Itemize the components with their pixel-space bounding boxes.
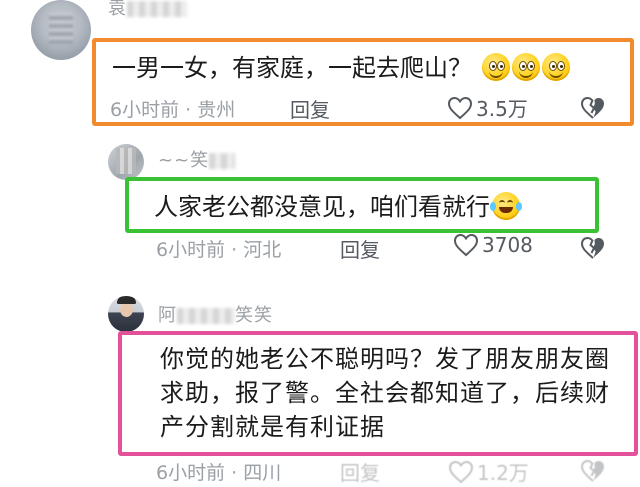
- username-blur: [177, 308, 235, 324]
- grin-emoji-icon: [481, 53, 510, 81]
- reply-button[interactable]: 回复: [340, 457, 380, 486]
- comment-text-content: 一男一女，有家庭，一起去爬山？: [112, 54, 472, 82]
- comment-location: 贵州: [197, 99, 236, 121]
- username-text: ~~笑: [158, 150, 210, 171]
- meta-separator: ·: [185, 99, 192, 121]
- comment-text-content: 人家老公都没意见，咱们看就行: [154, 193, 490, 221]
- comment-text[interactable]: 一男一女，有家庭，一起去爬山？: [112, 48, 570, 83]
- broken-heart-icon[interactable]: [580, 459, 606, 483]
- heart-outline-icon: [448, 460, 474, 483]
- username-suffix: 笑笑: [235, 305, 273, 326]
- reply-button[interactable]: 回复: [290, 94, 330, 123]
- comment-time: 6小时前: [110, 99, 180, 121]
- like-button[interactable]: 3708: [453, 233, 533, 257]
- avatar[interactable]: [31, 0, 91, 60]
- meta-separator: ·: [231, 462, 238, 484]
- like-count: 1.2万: [477, 461, 529, 485]
- grin-emoji-icon: [541, 53, 570, 81]
- comment-meta: 6小时前 · 贵州: [110, 95, 235, 122]
- username-blur: [209, 153, 236, 169]
- comment-meta: 6小时前 · 四川: [156, 458, 281, 485]
- username-text: 阿: [158, 305, 177, 326]
- username-text: 袁: [108, 0, 127, 19]
- comment-username[interactable]: 袁: [108, 0, 187, 20]
- avatar[interactable]: [108, 296, 144, 332]
- avatar[interactable]: [108, 144, 144, 180]
- comment-time: 6小时前: [156, 239, 226, 261]
- comment-time: 6小时前: [156, 462, 226, 484]
- comment-username[interactable]: ~~笑: [158, 146, 236, 172]
- broken-heart-icon[interactable]: [580, 96, 606, 120]
- laughing-tears-emoji-icon: [490, 192, 522, 220]
- comment-location: 河北: [243, 239, 282, 261]
- like-count: 3.5万: [476, 97, 528, 121]
- heart-outline-icon: [453, 233, 479, 257]
- username-blur: [127, 1, 187, 17]
- comment-text[interactable]: 人家老公都没意见，咱们看就行: [154, 187, 522, 222]
- like-count: 3708: [482, 233, 533, 257]
- meta-separator: ·: [231, 239, 238, 261]
- grin-emoji-icon: [511, 53, 540, 81]
- heart-outline-icon: [447, 96, 473, 119]
- reply-button[interactable]: 回复: [340, 234, 380, 263]
- comment-location: 四川: [243, 462, 282, 484]
- broken-heart-icon[interactable]: [580, 236, 606, 260]
- comment-meta: 6小时前 · 河北: [156, 235, 281, 262]
- comment-text[interactable]: 你觉的她老公不聪明吗？发了朋友朋友圈求助，报了警。全社会都知道了，后续财产分割就…: [160, 342, 615, 444]
- like-button[interactable]: 1.2万: [448, 457, 529, 486]
- like-button[interactable]: 3.5万: [447, 93, 528, 122]
- comment-username[interactable]: 阿 笑笑: [158, 301, 273, 327]
